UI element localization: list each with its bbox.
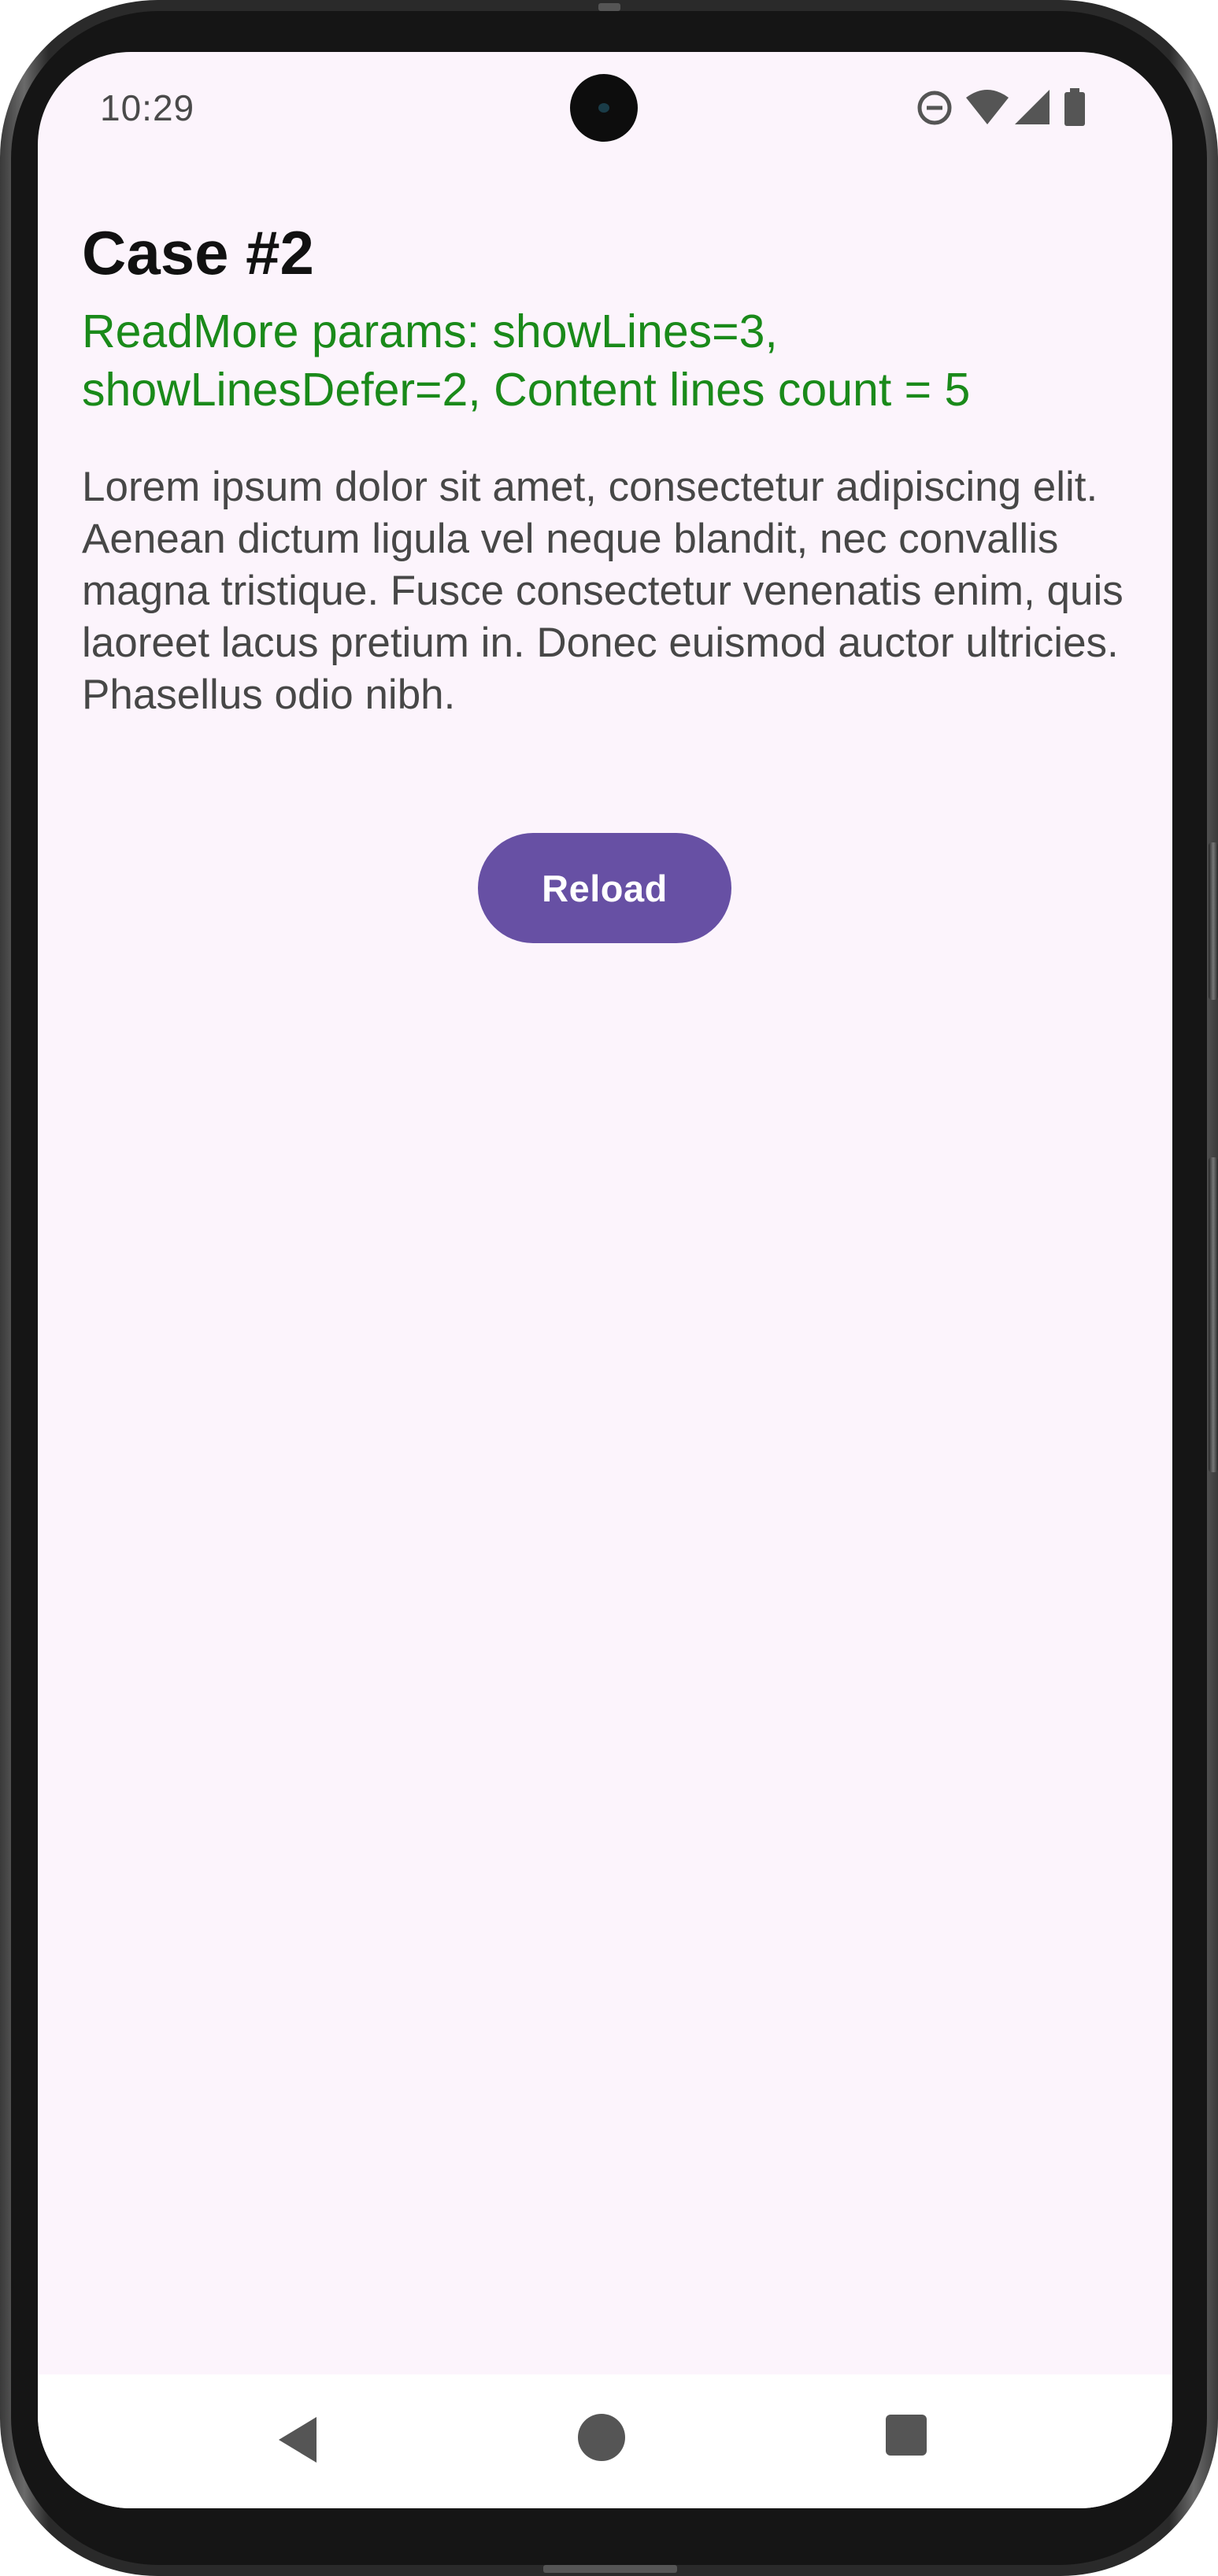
wifi-icon bbox=[966, 90, 1009, 124]
home-icon[interactable] bbox=[576, 2412, 627, 2463]
readmore-content-text[interactable]: Lorem ipsum dolor sit amet, consectetur … bbox=[82, 461, 1153, 721]
phone-frame: 10:29 Case #2 ReadMore params: showLines… bbox=[0, 0, 1218, 2576]
case-title: Case #2 bbox=[82, 218, 314, 287]
status-time: 10:29 bbox=[100, 87, 195, 128]
volume-rocker-hardware bbox=[1209, 1157, 1218, 1472]
frame-detail bbox=[598, 3, 620, 11]
readmore-params-text: ReadMore params: showLines=3, showLinesD… bbox=[82, 305, 971, 416]
front-camera bbox=[570, 74, 638, 142]
do-not-disturb-icon bbox=[917, 91, 952, 125]
cellular-signal-icon bbox=[1015, 90, 1050, 124]
frame-detail bbox=[543, 2565, 677, 2573]
status-bar: 10:29 bbox=[38, 52, 1172, 170]
back-icon[interactable] bbox=[274, 2412, 321, 2467]
reload-button[interactable]: Reload bbox=[478, 833, 731, 943]
recents-icon[interactable] bbox=[883, 2412, 929, 2458]
battery-icon bbox=[1064, 88, 1085, 126]
screen: 10:29 Case #2 ReadMore params: showLines… bbox=[38, 52, 1172, 2508]
power-button-hardware bbox=[1209, 842, 1218, 1000]
navigation-bar bbox=[38, 2374, 1172, 2508]
